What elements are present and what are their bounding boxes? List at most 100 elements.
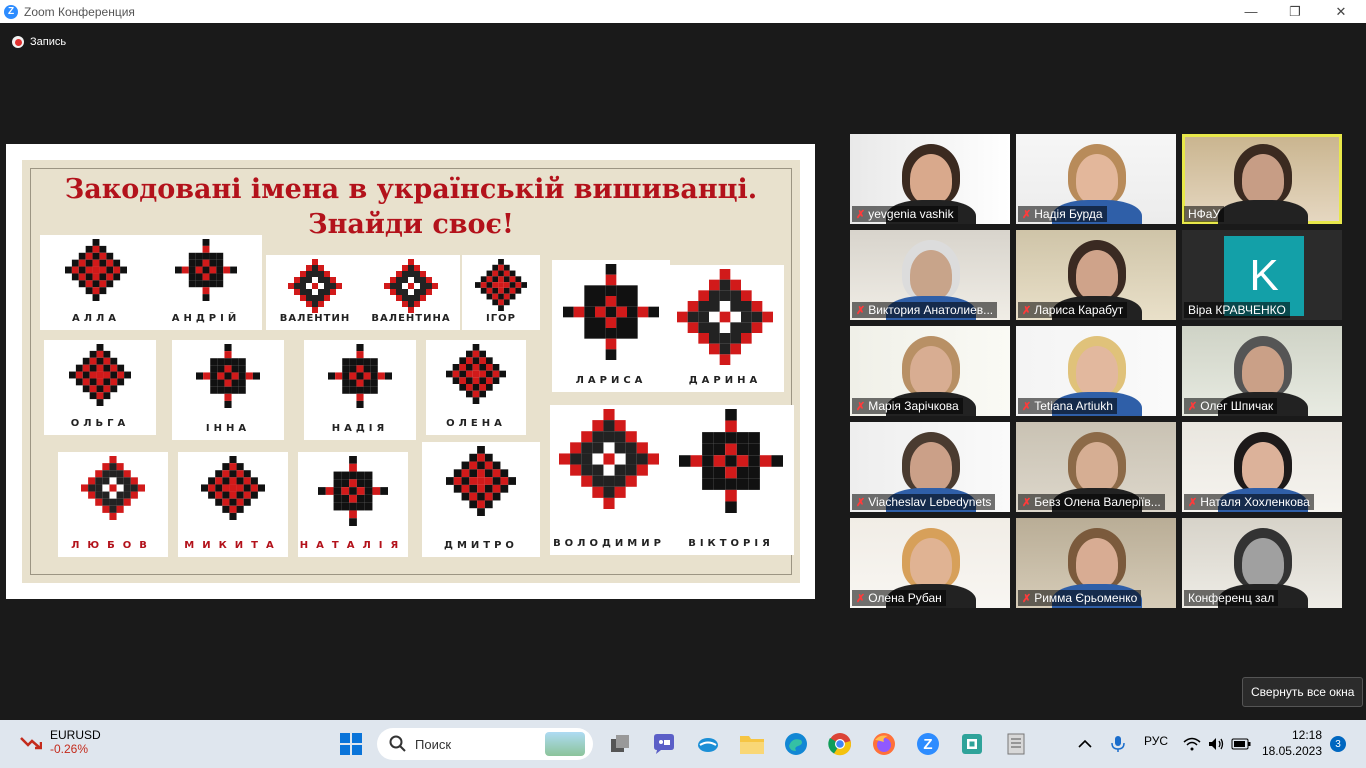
notes-app-icon[interactable] xyxy=(1002,730,1030,758)
muted-microphone-icon: ✗ xyxy=(1022,304,1032,317)
embroidery-ornament xyxy=(384,259,438,318)
embroidery-name-label: ВІКТОРІЯ xyxy=(688,538,774,549)
widget-value: -0.26% xyxy=(50,742,89,756)
embroidery-card: АНДРІЙ xyxy=(150,235,262,330)
participant-name: Віра КРАВЧЕНКО xyxy=(1188,303,1286,317)
microphone-icon[interactable] xyxy=(1104,730,1132,758)
participant-name: Марія Зарічкова xyxy=(868,399,959,413)
chevron-up-icon[interactable] xyxy=(1071,730,1099,758)
file-explorer-icon[interactable] xyxy=(738,730,766,758)
embroidery-name-label: ВОЛОДИМИР xyxy=(553,538,665,549)
embroidery-ornament xyxy=(559,409,659,514)
zoom-logo-icon: Z xyxy=(4,4,18,19)
minimize-button[interactable]: — xyxy=(1228,0,1274,23)
embroidery-name-label: ДАРИНА xyxy=(688,375,762,386)
participant-name: Наталя Хохленкова xyxy=(1200,495,1310,509)
firefox-icon[interactable] xyxy=(870,730,898,758)
participant-video-tile[interactable]: ✗ Tetiana Artiukh xyxy=(1016,326,1176,416)
muted-microphone-icon: ✗ xyxy=(1022,400,1032,413)
embroidery-card: ВОЛОДИМИР xyxy=(550,405,668,555)
embroidery-card: ВАЛЕНТИН xyxy=(266,255,364,330)
embroidery-ornament xyxy=(288,259,342,318)
participant-video-tile[interactable]: ✗ Бевз Олена Валеріїв... xyxy=(1016,422,1176,512)
recording-label: Запись xyxy=(30,36,67,48)
window-titlebar: Z Zoom Конференция — ❐ ✕ xyxy=(0,0,1366,23)
participant-name: Tetiana Artiukh xyxy=(1034,399,1113,413)
wifi-icon[interactable] xyxy=(1178,730,1206,758)
task-view-icon[interactable] xyxy=(606,730,634,758)
muted-microphone-icon: ✗ xyxy=(856,400,866,413)
slide-title-line2: Знайди своє! xyxy=(308,209,514,240)
participant-name-label: НФаУ xyxy=(1184,206,1225,222)
participant-face xyxy=(910,250,952,300)
participant-video-tile[interactable]: ✗ Марія Зарічкова xyxy=(850,326,1010,416)
embroidery-card: НАТАЛІЯ xyxy=(298,452,408,557)
market-widget[interactable]: EURUSD -0.26% xyxy=(20,728,101,756)
embroidery-ornament xyxy=(446,446,516,521)
start-windows-icon[interactable] xyxy=(337,730,365,758)
embroidery-name-label: ОЛЕНА xyxy=(446,418,506,429)
embroidery-ornament xyxy=(65,239,127,306)
participant-video-tile[interactable]: Конференц зал xyxy=(1182,518,1342,608)
participant-video-tile[interactable]: K Віра КРАВЧЕНКО xyxy=(1182,230,1342,320)
participant-name: Виктория Анатолиев... xyxy=(868,303,994,317)
search-placeholder: Поиск xyxy=(415,736,452,752)
clock-time: 12:18 xyxy=(1291,728,1322,742)
participant-name-label: Конференц зал xyxy=(1184,590,1279,606)
participant-video-tile[interactable]: ✗ Viacheslav Lebedynets xyxy=(850,422,1010,512)
participant-name-label: ✗ yevgenia vashik xyxy=(852,206,958,222)
embroidery-ornament xyxy=(201,456,265,525)
participant-face xyxy=(1242,154,1284,204)
embroidery-ornament xyxy=(196,344,260,413)
embroidery-ornament xyxy=(318,456,388,531)
edge-browser-icon[interactable] xyxy=(782,730,810,758)
battery-icon[interactable] xyxy=(1227,730,1255,758)
close-button[interactable]: ✕ xyxy=(1318,0,1364,23)
participant-video-tile[interactable]: ✗ yevgenia vashik xyxy=(850,134,1010,224)
clock-date: 18.05.2023 xyxy=(1261,744,1322,758)
participant-video-tile[interactable]: ✗ Виктория Анатолиев... xyxy=(850,230,1010,320)
participant-name-label: ✗ Лариса Карабут xyxy=(1018,302,1128,318)
embroidery-card: ОЛЬГА xyxy=(44,340,156,435)
participant-name-label: Віра КРАВЧЕНКО xyxy=(1184,302,1290,318)
window-title: Zoom Конференция xyxy=(24,4,135,19)
participant-face xyxy=(1076,154,1118,204)
embroidery-card: ІГОР xyxy=(462,255,540,330)
embroidery-ornament xyxy=(175,239,237,306)
participant-video-tile[interactable]: ✗ Надія Бурда xyxy=(1016,134,1176,224)
chrome-icon[interactable] xyxy=(826,730,854,758)
participant-video-tile[interactable]: ✗ Лариса Карабут xyxy=(1016,230,1176,320)
participant-face xyxy=(910,538,952,588)
maximize-button[interactable]: ❐ xyxy=(1272,0,1318,23)
embroidery-name-label: АЛЛА xyxy=(71,313,121,324)
participant-video-tile[interactable]: ✗ Олена Рубан xyxy=(850,518,1010,608)
participant-face xyxy=(1076,346,1118,396)
embroidery-ornament xyxy=(679,409,783,518)
embroidery-name-label: ОЛЬГА xyxy=(70,418,130,429)
zoom-app-icon[interactable]: Z xyxy=(914,730,942,758)
participant-video-tile[interactable]: ✗ Наталя Хохленкова xyxy=(1182,422,1342,512)
muted-microphone-icon: ✗ xyxy=(1022,208,1032,221)
system-clock[interactable]: 12:18 18.05.2023 xyxy=(1262,727,1322,759)
participant-face xyxy=(910,346,952,396)
recording-indicator[interactable]: Запись xyxy=(12,36,66,48)
shared-screen[interactable]: Закодовані імена в українській вишиванці… xyxy=(6,144,815,599)
embroidery-name-label: МИКИТА xyxy=(184,540,282,551)
participant-video-tile[interactable]: ✗ Олег Шпичак xyxy=(1182,326,1342,416)
participant-video-tile[interactable]: НФаУ xyxy=(1182,134,1342,224)
participant-name-label: ✗ Надія Бурда xyxy=(1018,206,1107,222)
weather-app-icon[interactable] xyxy=(694,730,722,758)
participant-name-label: ✗ Tetiana Artiukh xyxy=(1018,398,1117,414)
language-indicator[interactable]: РУС xyxy=(1144,734,1168,748)
participant-name: Конференц зал xyxy=(1188,591,1275,605)
participant-name: Римма Єрьоменко xyxy=(1034,591,1138,605)
muted-microphone-icon: ✗ xyxy=(1188,400,1198,413)
chat-icon[interactable] xyxy=(650,730,678,758)
screen-capture-icon[interactable] xyxy=(958,730,986,758)
participant-name-label: ✗ Олег Шпичак xyxy=(1184,398,1278,414)
notification-badge[interactable]: 3 xyxy=(1330,736,1346,752)
taskbar-search[interactable]: Поиск xyxy=(377,728,593,760)
muted-microphone-icon: ✗ xyxy=(1188,496,1198,509)
participant-video-tile[interactable]: ✗ Римма Єрьоменко xyxy=(1016,518,1176,608)
participant-face xyxy=(910,154,952,204)
